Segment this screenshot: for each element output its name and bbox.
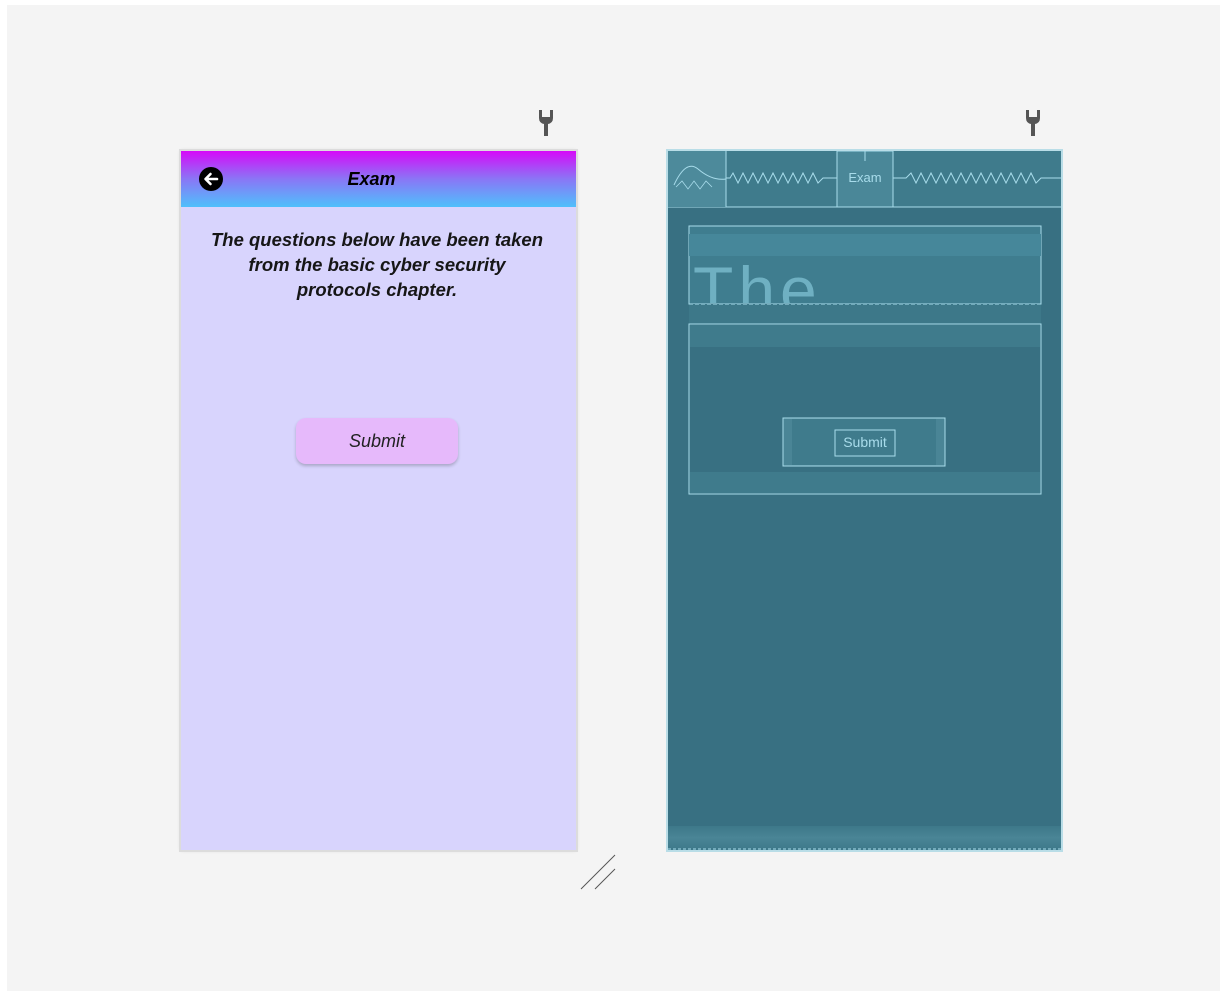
submit-button[interactable]: Submit	[296, 418, 458, 464]
blueprint-preview: Exam The Submit	[668, 151, 1061, 850]
pin-icon[interactable]	[537, 108, 555, 138]
page-title: Exam	[347, 169, 396, 189]
design-preview: Exam The questions below have been taken…	[181, 151, 576, 850]
pin-icon[interactable]	[1024, 108, 1042, 138]
intro-text: The questions below have been taken from…	[210, 229, 544, 300]
app-bar: Exam	[181, 151, 576, 207]
resize-handle-icon[interactable]	[579, 852, 619, 892]
blueprint-title-text: Exam	[848, 170, 882, 185]
blueprint-intro-text: The	[693, 253, 822, 303]
blueprint-submit-label: Submit	[843, 434, 887, 450]
